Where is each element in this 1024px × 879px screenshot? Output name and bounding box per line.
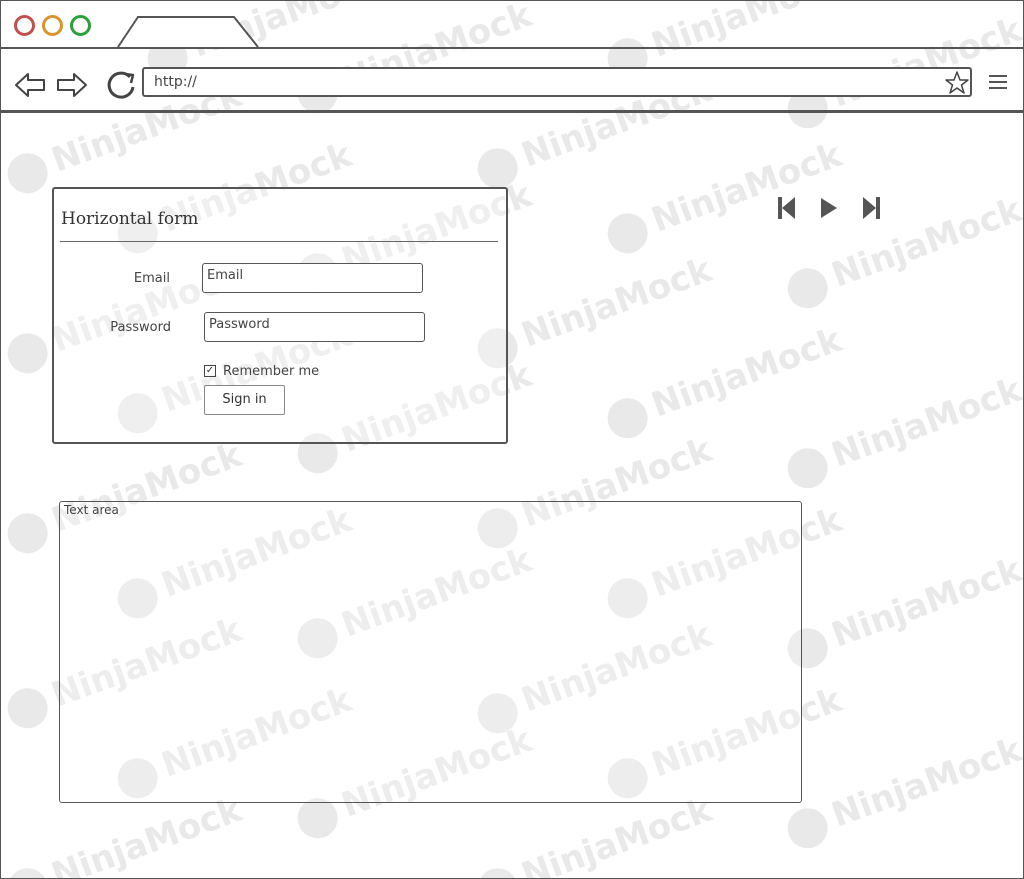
- minimize-window-button[interactable]: [42, 15, 63, 36]
- url-text: http://: [154, 74, 197, 90]
- password-field[interactable]: Password: [204, 312, 425, 342]
- close-window-button[interactable]: [14, 15, 35, 36]
- remember-me-label: Remember me: [223, 364, 320, 379]
- form-title-divider: [60, 241, 498, 242]
- star-icon[interactable]: [944, 70, 970, 96]
- title-bar: [1, 1, 1023, 49]
- password-label: Password: [110, 320, 171, 335]
- text-area-placeholder: Text area: [64, 503, 119, 517]
- sign-in-button[interactable]: Sign in: [204, 385, 285, 415]
- forward-button[interactable]: [55, 68, 89, 102]
- skip-forward-icon[interactable]: [860, 195, 882, 221]
- play-icon[interactable]: [818, 195, 840, 221]
- back-button[interactable]: [13, 68, 47, 102]
- form-title: Horizontal form: [61, 209, 199, 229]
- watermark: NinjaMock: [601, 320, 847, 444]
- remember-me-checkbox[interactable]: ✓: [204, 365, 216, 377]
- arrow-right-icon: [57, 73, 87, 97]
- watermark: NinjaMock: [781, 550, 1023, 674]
- browser-window: NinjaMock NinjaMock NinjaMock NinjaMock …: [0, 0, 1024, 879]
- arrow-left-icon: [15, 73, 45, 97]
- watermark: NinjaMock: [781, 730, 1023, 854]
- email-label: Email: [133, 271, 170, 286]
- text-area[interactable]: Text area: [59, 501, 802, 803]
- reload-icon: [107, 71, 135, 99]
- browser-toolbar: http://: [1, 49, 1023, 111]
- horizontal-form-panel: Horizontal form Email Email Password Pas…: [52, 187, 508, 444]
- browser-tab[interactable]: [116, 15, 266, 49]
- watermark: NinjaMock: [1, 790, 247, 878]
- skip-back-icon[interactable]: [776, 195, 798, 221]
- watermark: NinjaMock: [471, 790, 717, 878]
- hamburger-menu-icon[interactable]: [989, 75, 1007, 91]
- watermark: NinjaMock: [601, 135, 847, 259]
- email-field[interactable]: Email: [202, 263, 423, 293]
- address-bar[interactable]: http://: [142, 67, 972, 97]
- maximize-window-button[interactable]: [70, 15, 91, 36]
- reload-button[interactable]: [104, 68, 138, 102]
- watermark: NinjaMock: [471, 250, 717, 374]
- watermark: NinjaMock: [781, 370, 1023, 494]
